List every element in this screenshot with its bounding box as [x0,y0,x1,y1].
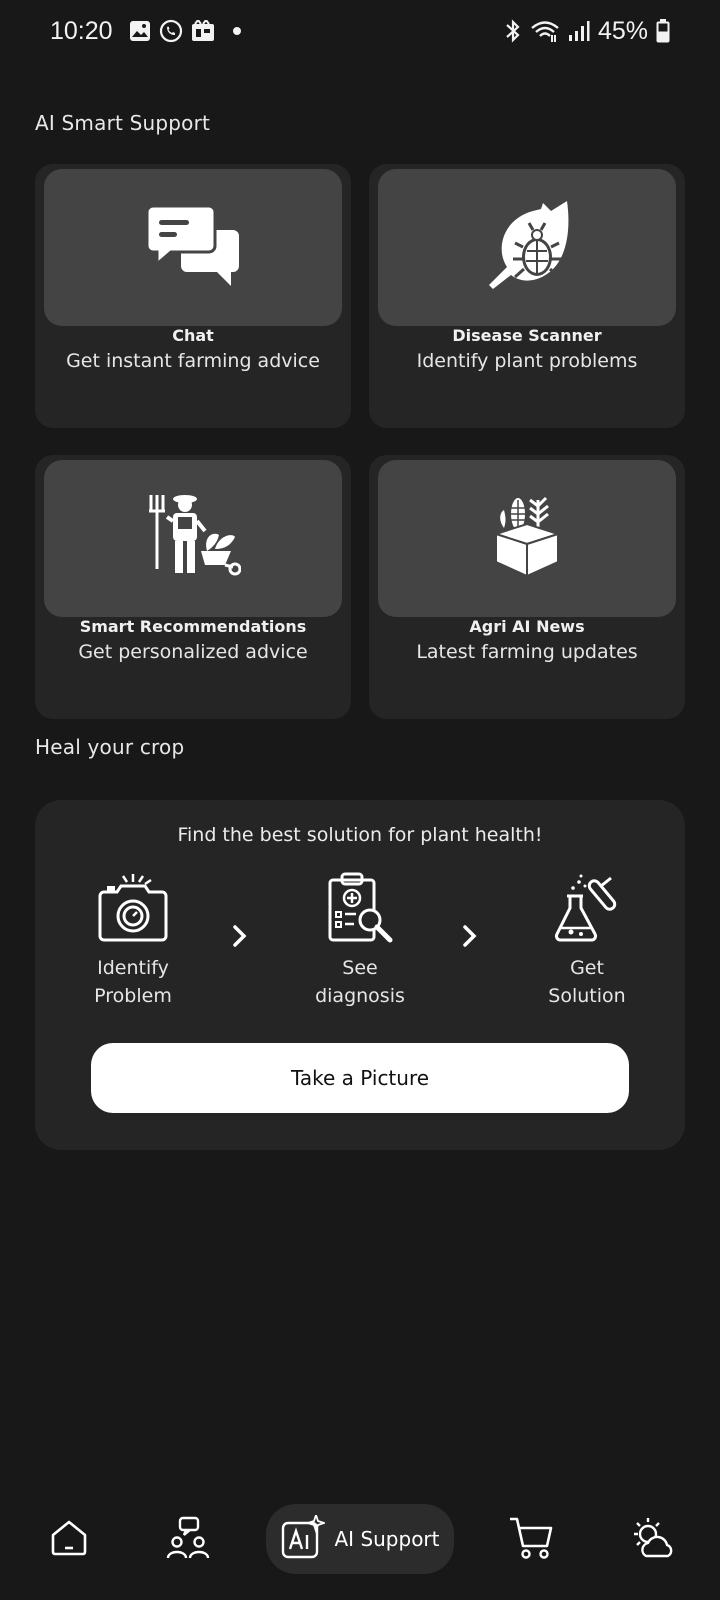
heal-headline: Find the best solution for plant health! [177,824,543,846]
card-title: Agri AI News [469,617,585,636]
status-bar: 10:20 45% [0,0,720,62]
status-left: 10:20 [50,17,241,46]
step-label-line2: Solution [548,985,626,1007]
bluetooth-icon [504,18,522,44]
crop-box-icon [492,494,562,583]
section-title-ai: AI Smart Support [35,111,211,135]
nav-ai-support[interactable]: AI Support [266,1504,454,1574]
signal-icon [568,20,590,42]
step-label-line1: Get [570,957,604,979]
status-right: 45% [504,17,670,46]
chevron-right-icon [461,924,479,953]
nav-cart[interactable] [506,1500,556,1580]
dot-icon [232,27,241,35]
card-image [378,460,676,617]
step-get-solution: Get Solution [517,872,657,1010]
card-image [378,169,676,326]
take-picture-button[interactable]: Take a Picture [91,1043,629,1113]
nav-ai-support-label: AI Support [334,1527,440,1551]
status-time: 10:20 [50,16,113,45]
gallery-icon [191,20,215,42]
step-label-line2: Problem [94,985,172,1007]
image-icon [129,20,151,42]
card-disease-scanner[interactable]: Disease Scanner Identify plant problems [369,164,685,428]
weather-icon [630,1516,676,1565]
card-image [44,460,342,617]
step-label-line2: diagnosis [315,985,405,1007]
card-title: Chat [172,326,214,345]
step-identify-problem: Identify Problem [63,872,203,1010]
farmer-icon [145,491,242,586]
clipboard-diagnosis-icon [324,872,396,949]
card-agri-ai-news[interactable]: Agri AI News Latest farming updates [369,455,685,719]
card-smart-recommendations[interactable]: Smart Recommendations Get personalized a… [35,455,351,719]
camera-icon [97,872,169,949]
section-title-heal: Heal your crop [35,735,185,759]
heal-panel: Find the best solution for plant health!… [35,800,685,1150]
card-subtitle: Get personalized advice [78,641,308,663]
nav-weather[interactable] [628,1500,678,1580]
nav-home[interactable] [44,1500,94,1580]
wifi-icon [530,19,560,43]
battery-icon [656,19,670,43]
whatsapp-icon [159,19,183,43]
step-label-line1: See [342,957,378,979]
card-title: Disease Scanner [452,326,602,345]
chat-bubbles-icon [145,204,239,291]
card-title: Smart Recommendations [79,617,307,636]
card-chat[interactable]: Chat Get instant farming advice [35,164,351,428]
flask-icon [551,872,623,949]
card-subtitle: Latest farming updates [416,641,638,663]
chevron-right-icon [231,924,249,953]
battery-label: 45% [597,16,648,45]
step-see-diagnosis: See diagnosis [290,872,430,1010]
community-icon [166,1516,210,1565]
cart-icon [509,1516,553,1565]
ai-sparkle-icon [281,1511,327,1564]
bottom-nav: AI Support [0,1500,720,1580]
leaf-bug-icon [481,199,573,296]
nav-community[interactable] [163,1500,213,1580]
card-subtitle: Get instant farming advice [66,350,320,372]
home-icon [50,1519,88,1562]
card-image [44,169,342,326]
step-label-line1: Identify [97,957,169,979]
card-subtitle: Identify plant problems [416,350,638,372]
